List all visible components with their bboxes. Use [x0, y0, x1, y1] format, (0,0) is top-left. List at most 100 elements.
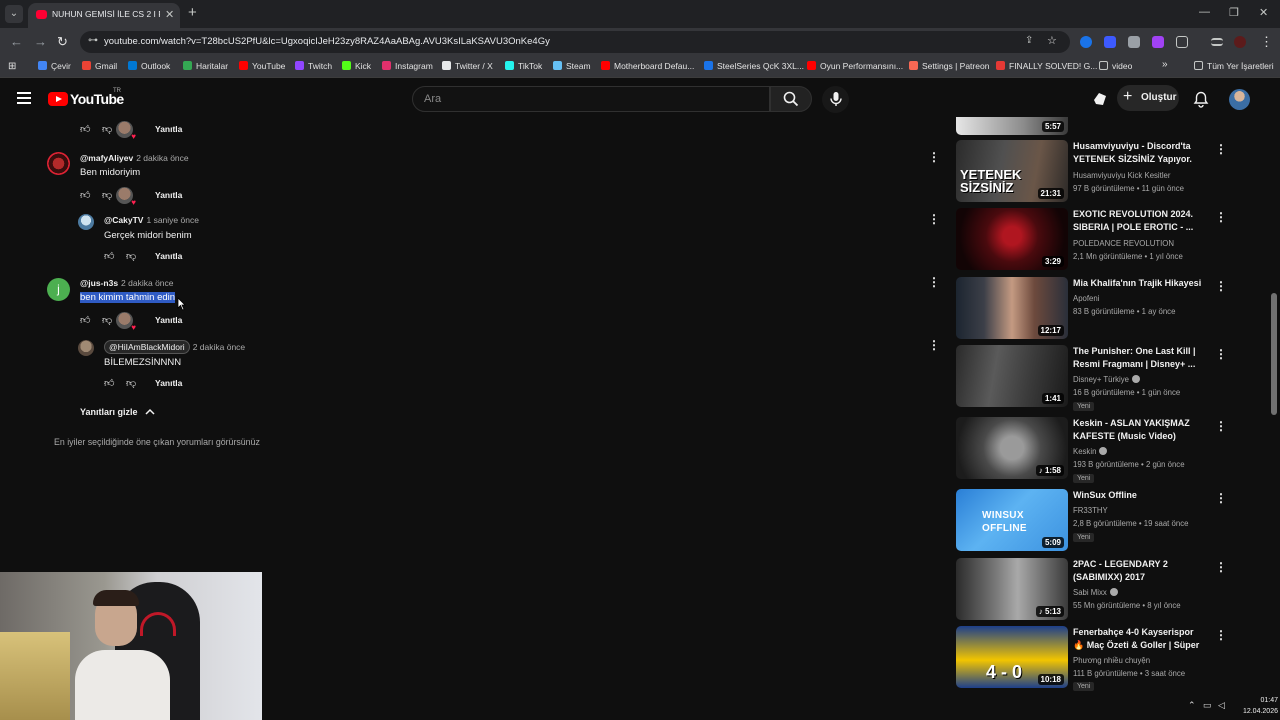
bookmark-item[interactable]: Kick [342, 61, 371, 71]
minimize-icon[interactable]: — [1199, 6, 1210, 18]
network-icon[interactable]: ▭ [1203, 700, 1212, 711]
comment-time[interactable]: 2 dakika önce [121, 278, 173, 288]
search-button[interactable] [770, 86, 812, 112]
bookmark-item[interactable]: Gmail [82, 61, 117, 71]
comment-author[interactable]: @jus-n3s 2 dakika önce [80, 278, 174, 288]
video-item[interactable]: YETENEK SİZSİNİZ 21:31 Husamviyuviyu - D… [956, 140, 1266, 204]
hide-replies-button[interactable]: Yanıtları gizle [80, 407, 155, 417]
profile-icon[interactable] [1234, 36, 1246, 48]
reply-author[interactable]: @HiIAmBlackMidori 2 dakika önce [104, 340, 245, 354]
video-thumbnail[interactable]: 4 - 0 10:18 [956, 626, 1068, 688]
apps-grid-icon[interactable]: ⊞ [8, 61, 16, 72]
account-avatar[interactable] [1229, 89, 1250, 110]
video-channel[interactable]: Phương nhiều chuyện [1073, 656, 1150, 665]
bookmark-item[interactable]: Steam [553, 61, 591, 71]
like-icon[interactable]: 👍︎ [80, 123, 90, 135]
video-thumbnail[interactable]: ♪ 5:13 [956, 558, 1068, 620]
bookmark-item[interactable]: Settings | Patreon [909, 61, 989, 71]
video-channel[interactable]: Sabi Mixx [1073, 588, 1118, 597]
clock[interactable]: 01:47 12.04.2026 [1236, 695, 1278, 717]
window-close-icon[interactable]: ✕ [1259, 6, 1268, 19]
video-item[interactable]: 4 - 0 10:18 Fenerbahçe 4-0 Kayserispor 🔥… [956, 626, 1266, 691]
all-bookmarks[interactable]: Tüm Yer İşaretleri [1194, 61, 1274, 71]
restore-icon[interactable]: ❐ [1229, 6, 1239, 19]
extension-icon[interactable] [1104, 36, 1116, 48]
dislike-icon[interactable]: 👎︎ [102, 314, 112, 326]
search-input[interactable] [424, 93, 754, 105]
bookmark-item[interactable]: Haritalar [183, 61, 228, 71]
bookmark-item[interactable]: Çevir [38, 61, 71, 71]
reply-author-avatar[interactable] [78, 340, 94, 356]
bookmark-item[interactable]: Outlook [128, 61, 170, 71]
reply-button[interactable]: Yanıtla [155, 190, 182, 200]
bookmark-item[interactable]: Motherboard Defau... [601, 61, 694, 71]
reload-icon[interactable]: ↻ [57, 34, 68, 50]
tab-search-icon[interactable]: ⌄ [5, 5, 23, 23]
notifications-bell-icon[interactable] [1193, 91, 1209, 108]
extension-icon[interactable] [1152, 36, 1164, 48]
comment-more-icon[interactable]: ⋮ [928, 213, 940, 225]
video-thumbnail[interactable]: 1:41 [956, 345, 1068, 407]
dislike-icon[interactable]: 👎︎ [102, 123, 112, 135]
site-info-icon[interactable]: ⊶ [88, 35, 98, 46]
video-more-icon[interactable]: ⋮ [1215, 210, 1227, 224]
video-title[interactable]: Fenerbahçe 4-0 Kayserispor 🔥 Maç Özeti &… [1073, 626, 1207, 652]
like-icon[interactable]: 👍︎ [80, 189, 90, 201]
video-thumbnail[interactable]: 12:17 [956, 277, 1068, 339]
video-title[interactable]: The Punisher: One Last Kill | Resmi Frag… [1073, 345, 1207, 371]
video-channel[interactable]: FR33THY [1073, 506, 1108, 515]
video-more-icon[interactable]: ⋮ [1215, 279, 1227, 293]
reply-time[interactable]: 2 dakika önce [193, 342, 245, 352]
video-channel[interactable]: Disney+ Türkiye [1073, 375, 1140, 384]
comment-more-icon[interactable]: ⋮ [928, 339, 940, 351]
reply-author[interactable]: @CakyTV 1 saniye önce [104, 215, 199, 225]
video-channel[interactable]: Keskin [1073, 447, 1108, 456]
video-item[interactable]: WINSUX OFFLINE 5:09 WinSux Offline FR33T… [956, 489, 1266, 553]
new-tab-icon[interactable]: + [188, 4, 197, 21]
dislike-icon[interactable]: 👎︎ [126, 377, 136, 389]
address-bar[interactable]: ⊶ youtube.com/watch?v=T28bcUS2PfU&lc=Ugx… [80, 31, 1070, 53]
bookmark-item[interactable]: Twitch [295, 61, 332, 71]
forward-icon[interactable]: → [34, 34, 47, 49]
reply-time[interactable]: 1 saniye önce [146, 215, 198, 225]
comment-author-avatar[interactable] [47, 152, 70, 175]
bookmark-item[interactable]: Oyun Performansını... [807, 61, 903, 71]
bookmark-item[interactable]: TikTok [505, 61, 542, 71]
gemini-sparkle-icon[interactable] [1092, 91, 1108, 107]
menu-icon[interactable] [17, 92, 31, 104]
video-more-icon[interactable]: ⋮ [1215, 628, 1227, 642]
reply-button[interactable]: Yanıtla [155, 124, 182, 134]
extension-icon[interactable] [1128, 36, 1140, 48]
video-channel[interactable]: Husamviyuviyu Kick Kesitler [1073, 171, 1171, 180]
tray-expand-icon[interactable]: ⌃ [1188, 700, 1196, 711]
video-channel[interactable]: Apofeni [1073, 294, 1099, 303]
extensions-puzzle-icon[interactable] [1176, 36, 1188, 48]
comment-time[interactable]: 2 dakika önce [136, 153, 188, 163]
video-more-icon[interactable]: ⋮ [1215, 491, 1227, 505]
bookmark-item[interactable]: SteelSeries QcK 3XL... [704, 61, 804, 71]
bookmark-folder[interactable]: video [1099, 61, 1132, 71]
create-button[interactable]: + Oluştur [1117, 85, 1179, 111]
video-title[interactable]: EXOTIC REVOLUTION 2024. SIBERIA | POLE E… [1073, 208, 1207, 234]
bookmark-item[interactable]: FINALLY SOLVED! G... [996, 61, 1097, 71]
dislike-icon[interactable]: 👎︎ [126, 250, 136, 262]
comment-author-avatar[interactable]: j [47, 278, 70, 301]
video-title[interactable]: Husamviyuviyu - Discord'ta YETENEK SİZSİ… [1073, 140, 1207, 166]
browser-tab[interactable]: NUHUN GEMİSİ İLE CS 2 I F/C/C ✕ [28, 3, 180, 28]
reply-author-avatar[interactable] [78, 214, 94, 230]
video-thumbnail[interactable]: WINSUX OFFLINE 5:09 [956, 489, 1068, 551]
video-item[interactable]: 12:17 Mia Khalifa'nın Trajik Hikayesi Ap… [956, 277, 1266, 341]
video-more-icon[interactable]: ⋮ [1215, 560, 1227, 574]
reply-button[interactable]: Yanıtla [155, 378, 182, 388]
dislike-icon[interactable]: 👎︎ [102, 189, 112, 201]
reply-button[interactable]: Yanıtla [155, 315, 182, 325]
more-bookmarks-icon[interactable]: » [1162, 59, 1168, 70]
tab-search-icon[interactable] [1211, 38, 1223, 46]
voice-search-button[interactable] [822, 86, 849, 113]
video-item[interactable]: ♪ 1:58 Keskin - ASLAN YAKIŞMAZ KAFESTE (… [956, 417, 1266, 483]
like-icon[interactable]: 👍︎ [80, 314, 90, 326]
video-title[interactable]: 2PAC - LEGENDARY 2 (SABIMIXX) 2017 [1073, 558, 1207, 584]
video-item[interactable]: ♪ 5:13 2PAC - LEGENDARY 2 (SABIMIXX) 201… [956, 558, 1266, 622]
bookmark-item[interactable]: YouTube [239, 61, 285, 71]
video-thumbnail[interactable]: 5:57 [956, 117, 1068, 135]
